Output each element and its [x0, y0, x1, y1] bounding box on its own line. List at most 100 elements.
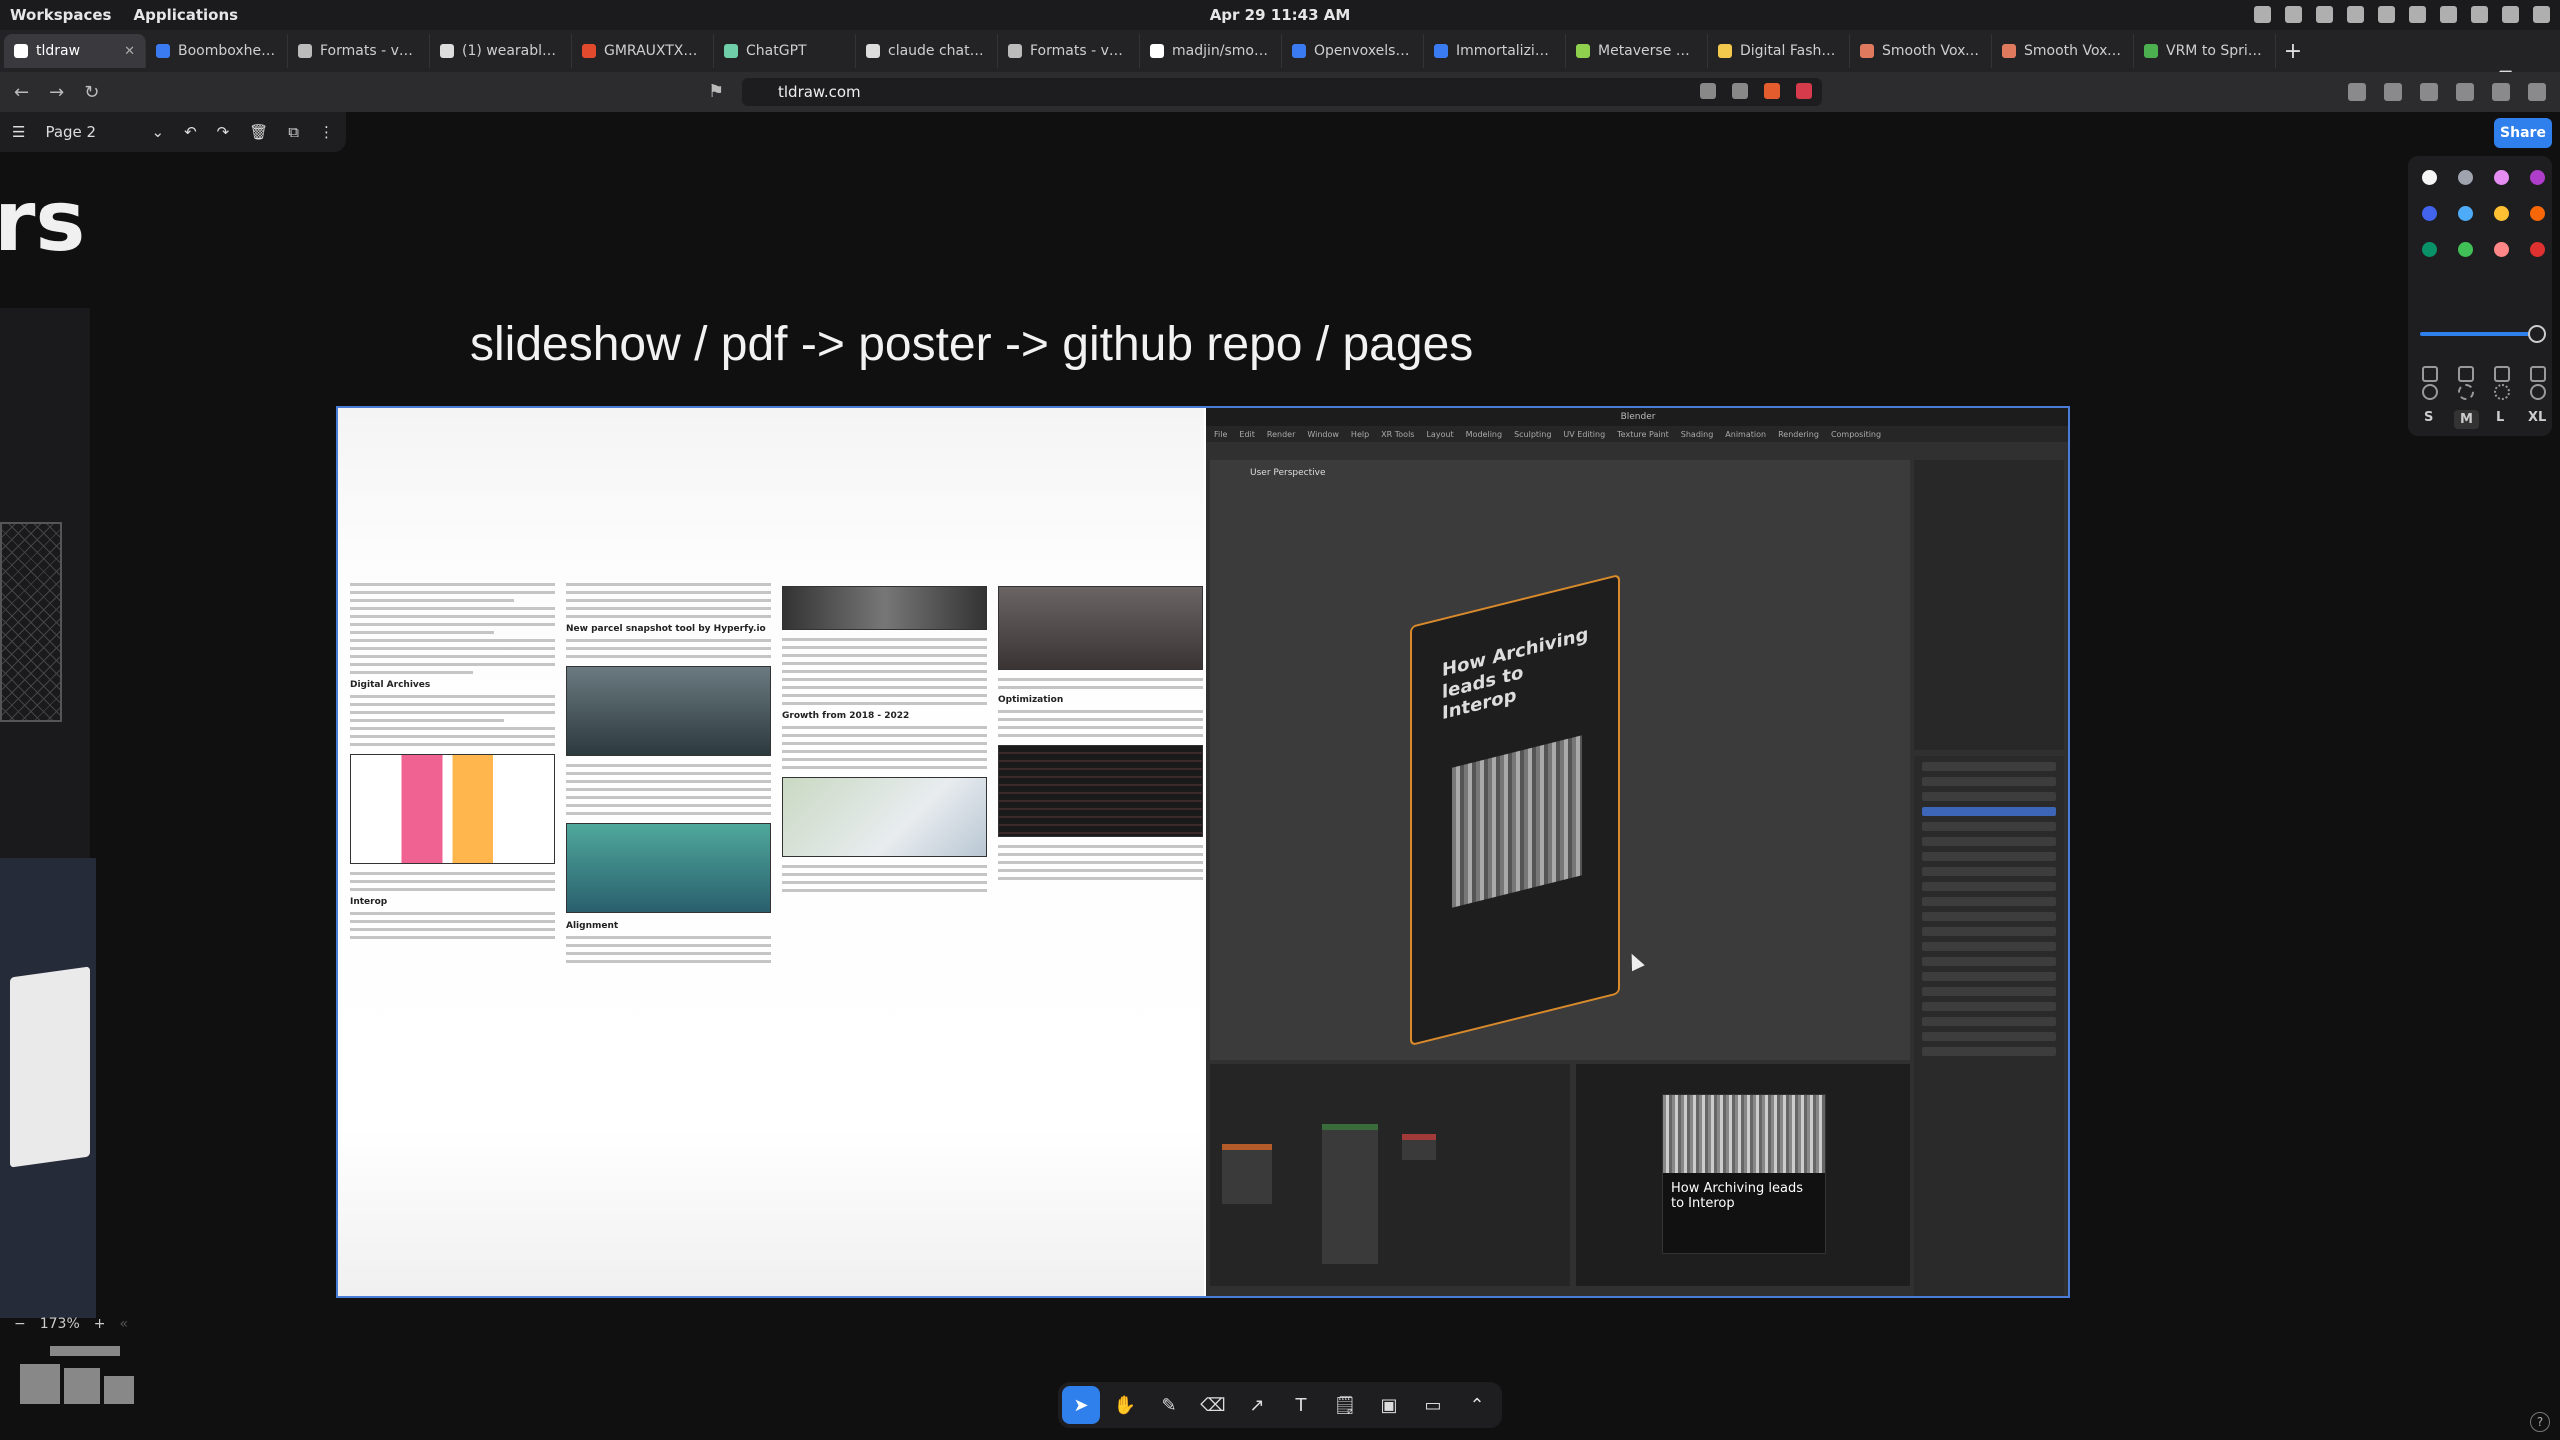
back-icon[interactable]: ←	[14, 82, 29, 103]
zoom-out-button[interactable]: −	[14, 1316, 26, 1332]
tray-icon[interactable]	[2502, 6, 2519, 23]
minimap[interactable]	[20, 1346, 160, 1430]
history-icon[interactable]	[2420, 83, 2438, 101]
size-s[interactable]: S	[2424, 410, 2433, 425]
browser-tab[interactable]: Openvoxels.eth	[1282, 34, 1424, 68]
help-button[interactable]: ?	[2530, 1412, 2550, 1432]
color-swatch-red[interactable]	[2530, 242, 2545, 257]
redo-icon[interactable]: ↷	[217, 123, 230, 141]
menu-icon[interactable]	[2528, 83, 2546, 101]
browser-tab[interactable]: Digital Fashion W	[1708, 34, 1850, 68]
color-swatch-grey[interactable]	[2458, 170, 2473, 185]
tray-icon[interactable]	[2254, 6, 2271, 23]
hand-tool-button[interactable]: ✋	[1106, 1386, 1144, 1424]
forward-icon[interactable]: →	[49, 82, 64, 103]
wallet-icon[interactable]	[2492, 83, 2510, 101]
extensions-icon[interactable]	[2348, 83, 2366, 101]
color-swatch-yellow[interactable]	[2494, 206, 2509, 221]
workspaces-menu[interactable]: Workspaces	[10, 6, 111, 24]
browser-tab[interactable]: claude chatgpt	[856, 34, 998, 68]
color-swatch-light-red[interactable]	[2494, 242, 2509, 257]
fill-solid-icon[interactable]	[2494, 366, 2510, 382]
chevron-down-icon[interactable]: ⌄	[152, 123, 165, 141]
more-icon[interactable]: ⋮	[319, 123, 334, 141]
trash-icon[interactable]: 🗑	[249, 123, 268, 141]
browser-tab[interactable]: Formats - vengi	[288, 34, 430, 68]
collapse-minimap-icon[interactable]: «	[120, 1316, 129, 1332]
reload-icon[interactable]: ↻	[84, 82, 99, 103]
applications-menu[interactable]: Applications	[133, 6, 238, 24]
fill-pattern-icon[interactable]	[2530, 366, 2546, 382]
browser-tab[interactable]: Boomboxheads	[146, 34, 288, 68]
dash-dashed-icon[interactable]	[2458, 384, 2474, 400]
tray-icon[interactable]	[2440, 6, 2457, 23]
share-button[interactable]: Share	[2494, 118, 2552, 148]
media-tool-button[interactable]: ▣	[1370, 1386, 1408, 1424]
close-icon[interactable]: ✕	[124, 44, 135, 59]
canvas-heading-text[interactable]: slideshow / pdf -> poster -> github repo…	[470, 317, 1473, 372]
color-swatch-light-green[interactable]	[2458, 242, 2473, 257]
text-tool-button[interactable]: T	[1282, 1386, 1320, 1424]
undo-icon[interactable]: ↶	[184, 123, 197, 141]
color-swatch-orange[interactable]	[2530, 206, 2545, 221]
tray-icon[interactable]	[2347, 6, 2364, 23]
size-m[interactable]: M	[2454, 410, 2479, 429]
color-swatch-light-violet[interactable]	[2494, 170, 2509, 185]
download-icon[interactable]	[2384, 83, 2402, 101]
browser-tab[interactable]: Smooth Voxel Pl	[1992, 34, 2134, 68]
tldraw-canvas[interactable]: ☰ Page 2 ⌄ ↶ ↷ 🗑 ⧉ ⋮ Share rs slideshow …	[0, 112, 2560, 1440]
zoom-level[interactable]: 173%	[40, 1316, 80, 1332]
dash-dotted-icon[interactable]	[2494, 384, 2510, 400]
new-tab-button[interactable]: +	[2276, 39, 2310, 64]
browser-tab[interactable]: (1) wearables fro	[430, 34, 572, 68]
note-tool-button[interactable]: 🗒	[1326, 1386, 1364, 1424]
more-tools-button[interactable]: ⌃	[1458, 1386, 1496, 1424]
browser-tab[interactable]: VRM to Spritesh	[2134, 34, 2276, 68]
browser-tab[interactable]: Smooth Voxels	[1850, 34, 1992, 68]
browser-tab[interactable]: ChatGPT	[714, 34, 856, 68]
browser-tab[interactable]: Metaverse Stand	[1566, 34, 1708, 68]
dash-draw-icon[interactable]	[2422, 384, 2438, 400]
rectangle-tool-button[interactable]: ▭	[1414, 1386, 1452, 1424]
tray-icon[interactable]	[2409, 6, 2426, 23]
duplicate-icon[interactable]: ⧉	[288, 123, 299, 141]
dash-solid-icon[interactable]	[2530, 384, 2546, 400]
canvas-image-shape-selected[interactable]: Digital Archives Interop New parcel snap…	[336, 406, 2070, 1298]
size-l[interactable]: L	[2496, 410, 2504, 425]
page-selector[interactable]: Page 2	[45, 123, 131, 141]
slider-knob[interactable]	[2528, 325, 2546, 343]
draw-tool-button[interactable]: ✎	[1150, 1386, 1188, 1424]
bookmark-icon[interactable]: ⚑	[708, 81, 724, 102]
browser-tab[interactable]: madjin/smoothe	[1140, 34, 1282, 68]
address-bar[interactable]: tldraw.com	[742, 78, 1822, 106]
arrow-tool-button[interactable]: ↗	[1238, 1386, 1276, 1424]
size-xl[interactable]: XL	[2528, 410, 2546, 425]
browser-tab[interactable]: Formats - vengi	[998, 34, 1140, 68]
browser-tab[interactable]: GMRAUXTXWAAd	[572, 34, 714, 68]
browser-tab[interactable]: tldraw ✕	[4, 34, 146, 68]
color-swatch-light-blue[interactable]	[2458, 206, 2473, 221]
canvas-image-shape[interactable]	[10, 966, 90, 1168]
power-icon[interactable]	[2533, 6, 2550, 23]
fill-semi-icon[interactable]	[2458, 366, 2474, 382]
main-menu-icon[interactable]: ☰	[12, 123, 25, 141]
tray-icon[interactable]	[2471, 6, 2488, 23]
cast-icon[interactable]	[1700, 83, 1716, 99]
canvas-image-shape[interactable]	[0, 522, 62, 722]
rewards-icon[interactable]	[1796, 83, 1812, 99]
tray-icon[interactable]	[2285, 6, 2302, 23]
sidebar-icon[interactable]	[2456, 83, 2474, 101]
fill-none-icon[interactable]	[2422, 366, 2438, 382]
color-swatch-green[interactable]	[2422, 242, 2437, 257]
shield-icon[interactable]	[1764, 83, 1780, 99]
share-icon[interactable]	[1732, 83, 1748, 99]
color-swatch-blue[interactable]	[2422, 206, 2437, 221]
tray-icon[interactable]	[2316, 6, 2333, 23]
opacity-slider[interactable]	[2420, 325, 2546, 343]
select-tool-button[interactable]: ➤	[1062, 1386, 1100, 1424]
color-swatch-white[interactable]	[2422, 170, 2437, 185]
tray-icon[interactable]	[2378, 6, 2395, 23]
eraser-tool-button[interactable]: ⌫	[1194, 1386, 1232, 1424]
zoom-in-button[interactable]: +	[94, 1316, 106, 1332]
browser-tab[interactable]: Immortalizing W	[1424, 34, 1566, 68]
